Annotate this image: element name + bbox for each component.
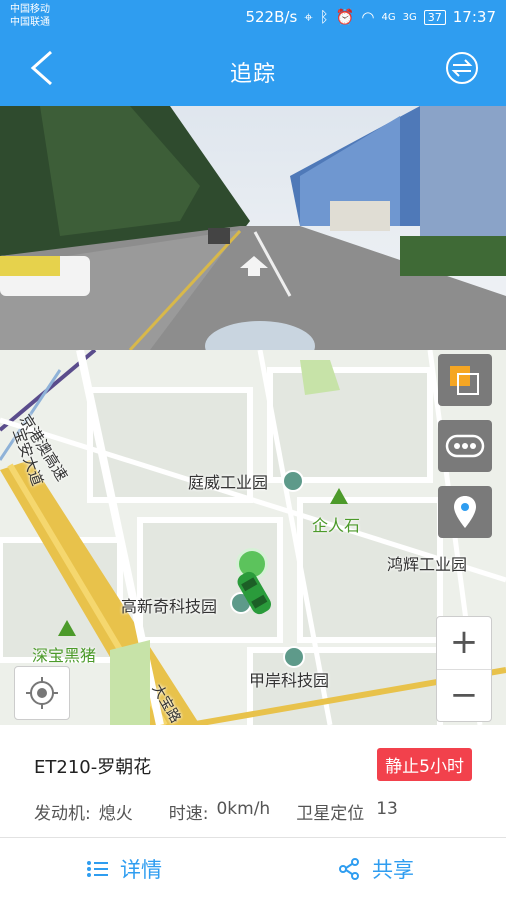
map-label-gaoxinqi: 高新奇科技园 [121, 597, 218, 616]
layers-icon [450, 366, 479, 395]
map-view[interactable]: 京港澳高速 宝安大道 大宝路 庭威工业园 企人石 鸿辉工业园 高新奇科技园 深宝… [0, 350, 506, 725]
speed-label: 时速: [168, 804, 209, 824]
locate-button[interactable] [14, 666, 70, 720]
status-right: 522B/s ⌖ ᛒ ⏰ ◠ 4G 3G 37 17:37 [245, 8, 496, 26]
mountain-icon [58, 620, 76, 636]
engine-label: 发动机: [34, 804, 91, 824]
battery-indicator: 37 [423, 9, 446, 25]
vehicle-stats: 发动机: 熄火 时速: 0km/h 卫星定位 13 [34, 799, 398, 824]
location-pin-icon [454, 496, 476, 528]
gps-label: 卫星定位 [296, 804, 365, 824]
list-icon [87, 861, 108, 877]
share-button[interactable]: 共享 [338, 838, 414, 900]
mountain-icon [330, 488, 348, 504]
net-speed: 522B/s [245, 8, 298, 26]
zoom-out-button[interactable]: − [437, 669, 491, 722]
map-label-shenbao: 深宝黑猪 [32, 646, 97, 665]
street-view[interactable] [0, 106, 506, 350]
location-icon: ⌖ [304, 8, 313, 26]
swap-icon [451, 59, 473, 77]
map-label-qierenshi: 企人石 [312, 516, 361, 535]
page-title: 追踪 [229, 62, 276, 87]
vehicle-marker[interactable] [232, 548, 280, 618]
signal-icon-2: 3G [402, 11, 417, 23]
poi-icon [282, 470, 304, 492]
signal-icon: 4G [381, 11, 396, 23]
share-icon [339, 858, 359, 880]
crosshair-icon [26, 677, 58, 709]
poi-icon [283, 646, 305, 668]
engine-value: 熄火 [98, 804, 133, 824]
car-icon [237, 571, 271, 615]
map-label-honghui: 鸿辉工业园 [387, 555, 468, 574]
bluetooth-icon: ᛒ [319, 8, 329, 26]
zoom-control: + − [436, 616, 492, 722]
details-label: 详情 [120, 858, 162, 882]
details-button[interactable]: 详情 [86, 838, 162, 900]
nav-bar: 追踪 [0, 34, 506, 106]
alarm-icon: ⏰ [335, 8, 355, 26]
share-label: 共享 [372, 858, 414, 882]
status-bar: 中国移动 中国联通 522B/s ⌖ ᛒ ⏰ ◠ 4G 3G 37 17:37 [0, 0, 506, 34]
zoom-in-button[interactable]: + [437, 617, 491, 669]
carrier-info: 中国移动 中国联通 [10, 3, 50, 29]
pin-button[interactable] [438, 486, 492, 538]
wifi-icon: ◠ [361, 8, 375, 26]
bottom-actions: 详情 共享 [0, 838, 506, 900]
speed-value: 0km/h [216, 799, 271, 819]
map-label-jiaan: 甲岸科技园 [249, 671, 330, 690]
switch-view-button[interactable] [446, 52, 478, 84]
clock: 17:37 [452, 8, 496, 26]
map-label-tingwei: 庭威工业园 [188, 473, 269, 492]
vehicle-info-panel: ET210-罗朝花 静止5小时 发动机: 熄火 时速: 0km/h 卫星定位 1… [0, 725, 506, 838]
status-badge: 静止5小时 [377, 748, 472, 781]
carrier-2: 中国联通 [10, 17, 50, 28]
more-button[interactable] [438, 420, 492, 472]
carrier-1: 中国移动 [10, 4, 50, 15]
layer-button[interactable] [438, 354, 492, 406]
gps-value: 13 [376, 799, 398, 819]
device-name: ET210-罗朝花 [34, 757, 152, 778]
more-icon [445, 434, 485, 458]
